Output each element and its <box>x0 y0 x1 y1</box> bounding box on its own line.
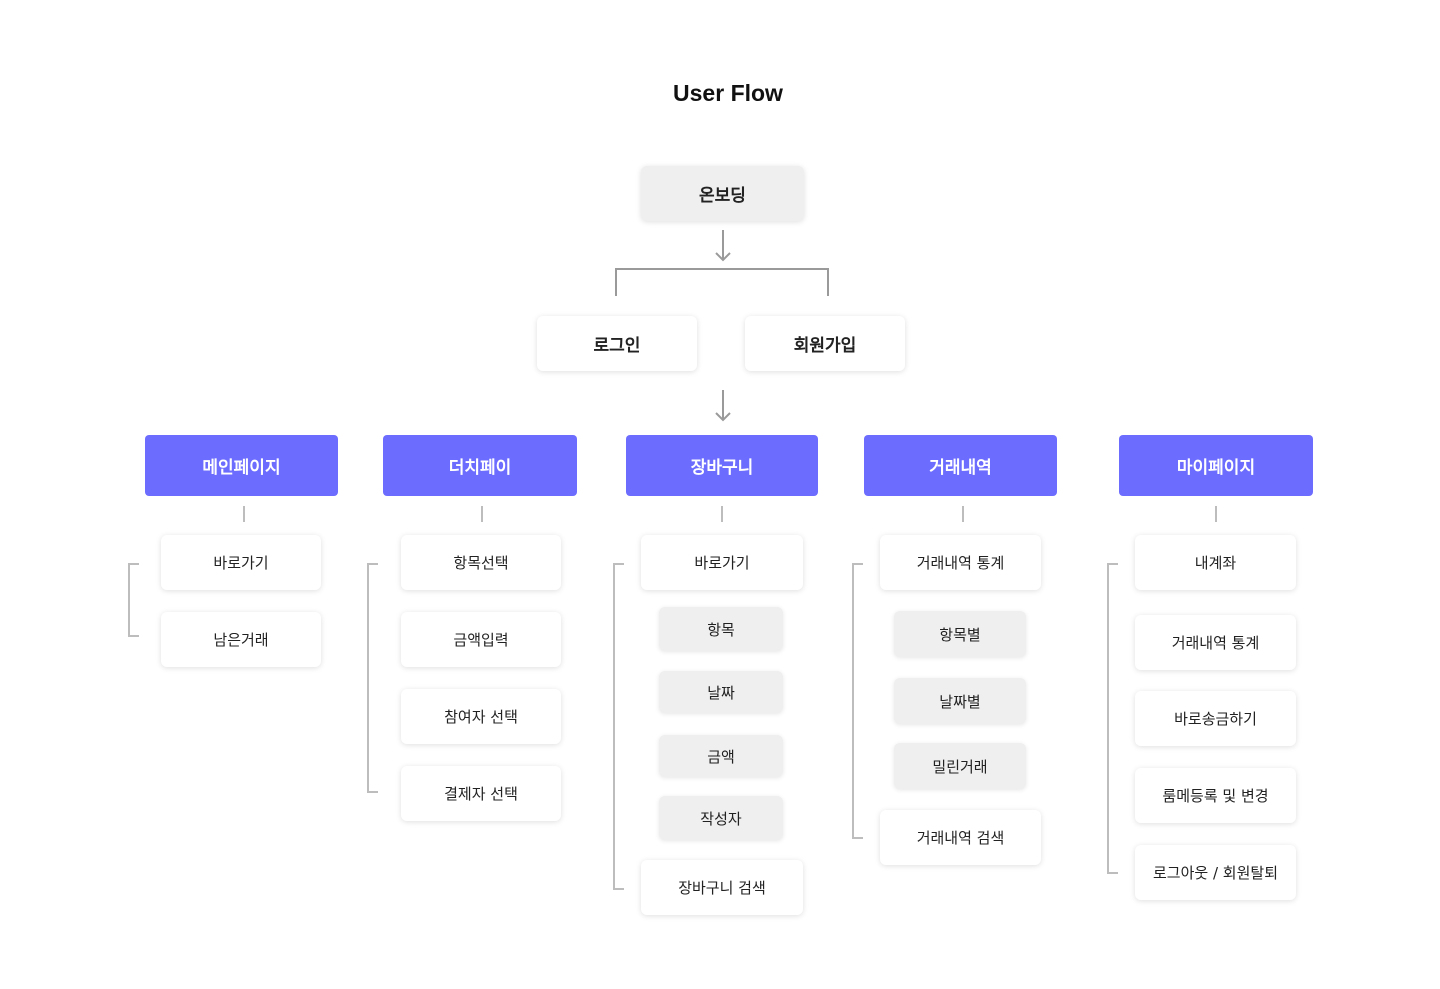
section-transactions: 거래내역 <box>864 435 1057 496</box>
arrow-down-icon <box>715 230 731 262</box>
group-bracket <box>1107 563 1118 874</box>
section-cart: 장바구니 <box>626 435 818 496</box>
node-item: 참여자 선택 <box>401 689 561 744</box>
node-item: 거래내역 통계 <box>1135 615 1296 670</box>
node-item: 금액입력 <box>401 612 561 667</box>
section-dutch-pay: 더치페이 <box>383 435 577 496</box>
tick <box>962 506 964 522</box>
tick <box>243 506 245 522</box>
tick <box>481 506 483 522</box>
node-item: 거래내역 검색 <box>880 810 1041 865</box>
diagram-title: User Flow <box>673 80 783 106</box>
node-item: 로그아웃 / 회원탈퇴 <box>1135 845 1296 900</box>
node-item: 결제자 선택 <box>401 766 561 821</box>
tick <box>721 506 723 522</box>
group-bracket <box>613 563 624 890</box>
arrow-down-icon <box>715 390 731 422</box>
group-bracket <box>128 563 139 637</box>
section-main-page: 메인페이지 <box>145 435 338 496</box>
node-item: 바로가기 <box>641 535 803 590</box>
group-bracket <box>367 563 378 793</box>
node-item: 장바구니 검색 <box>641 860 803 915</box>
group-bracket <box>852 563 863 839</box>
connector-right <box>827 268 829 296</box>
node-item: 항목선택 <box>401 535 561 590</box>
node-onboarding: 온보딩 <box>641 166 804 221</box>
node-item: 거래내역 통계 <box>880 535 1041 590</box>
node-item: 룸메등록 및 변경 <box>1135 768 1296 823</box>
connector-left <box>615 268 617 296</box>
node-signup: 회원가입 <box>745 316 905 371</box>
node-item: 남은거래 <box>161 612 321 667</box>
node-sub-item: 밀린거래 <box>894 743 1026 789</box>
tick <box>1215 506 1217 522</box>
connector-split <box>615 268 829 270</box>
node-item: 내계좌 <box>1135 535 1296 590</box>
node-sub-item: 항목 <box>659 607 783 651</box>
node-sub-item: 금액 <box>659 735 783 777</box>
node-sub-item: 항목별 <box>894 611 1026 657</box>
node-item: 바로송금하기 <box>1135 691 1296 746</box>
node-sub-item: 작성자 <box>659 796 783 840</box>
node-item: 바로가기 <box>161 535 321 590</box>
node-sub-item: 날짜 <box>659 671 783 713</box>
user-flow-diagram: User Flow 온보딩 로그인 회원가입 메인페이지 더치페이 장바구니 거… <box>0 0 1440 989</box>
section-my-page: 마이페이지 <box>1119 435 1313 496</box>
node-sub-item: 날짜별 <box>894 678 1026 724</box>
node-login: 로그인 <box>537 316 697 371</box>
